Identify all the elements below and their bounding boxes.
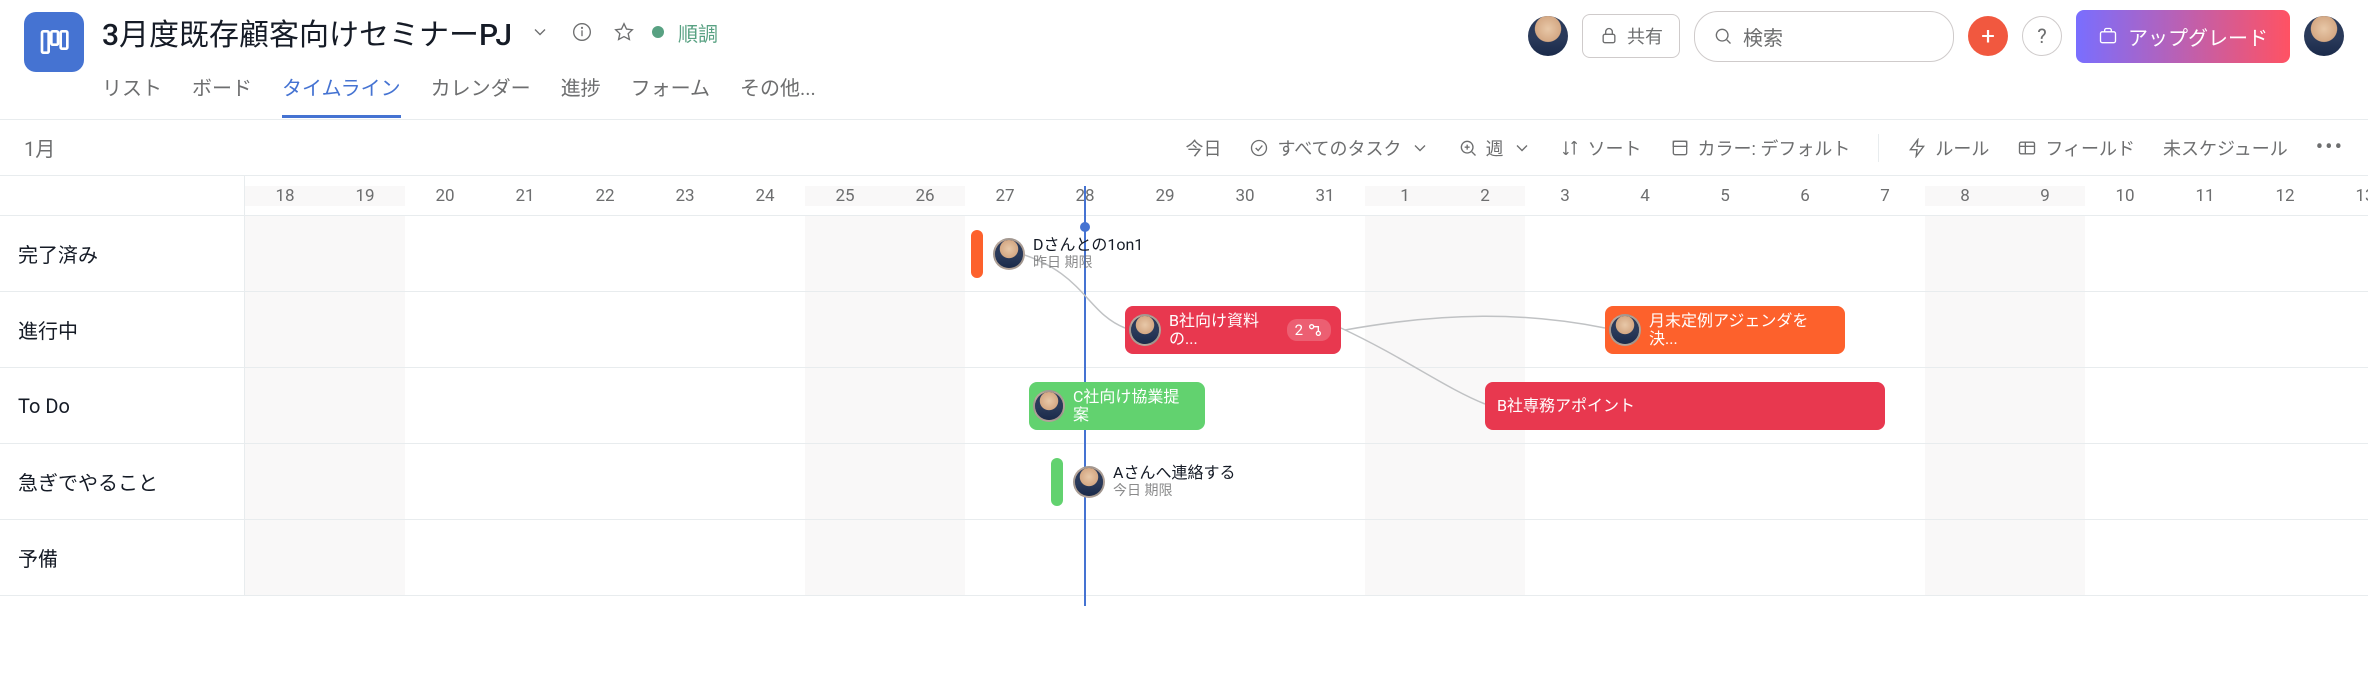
- tab-3[interactable]: カレンダー: [431, 64, 531, 118]
- tab-5[interactable]: フォーム: [631, 64, 710, 118]
- info-icon[interactable]: [568, 18, 596, 46]
- search-placeholder: 検索: [1743, 22, 1783, 51]
- date-cell: 11: [2165, 186, 2245, 206]
- date-cell: 29: [1125, 186, 1205, 206]
- check-circle-icon: [1249, 138, 1269, 158]
- task-a-contact[interactable]: Aさんへ連絡する今日 期限: [1069, 458, 1329, 506]
- divider: [1878, 134, 1879, 162]
- tab-2[interactable]: タイムライン: [282, 64, 401, 118]
- status-label[interactable]: 順調: [678, 18, 718, 47]
- section-label[interactable]: To Do: [0, 368, 245, 443]
- date-cell: 23: [645, 186, 725, 206]
- date-cell: 9: [2005, 186, 2085, 206]
- date-cell: 6: [1765, 186, 1845, 206]
- member-avatar[interactable]: [1528, 16, 1568, 56]
- section-label[interactable]: 進行中: [0, 292, 245, 367]
- date-cell: 20: [405, 186, 485, 206]
- task-d-1on1[interactable]: Dさんとの1on1昨日 期限: [989, 230, 1249, 278]
- tab-6[interactable]: その他...: [740, 64, 816, 118]
- date-cell: 13: [2325, 186, 2368, 206]
- tabs: リストボードタイムラインカレンダー進捗フォームその他...: [102, 64, 1528, 118]
- date-cell: 8: [1925, 186, 2005, 206]
- search-icon: [1713, 26, 1733, 46]
- search-input[interactable]: 検索: [1694, 11, 1954, 62]
- project-title: 3月度既存顧客向けセミナーPJ: [102, 10, 512, 54]
- assignee-avatar: [1129, 314, 1161, 346]
- zoom-icon: [1458, 138, 1478, 158]
- task-monthly-agenda[interactable]: 月末定例アジェンダを決...: [1605, 306, 1845, 354]
- date-cell: 19: [325, 186, 405, 206]
- subtask-count: 2: [1287, 319, 1331, 341]
- share-label: 共有: [1627, 23, 1663, 49]
- color-icon: [1670, 138, 1690, 158]
- lane-canvas[interactable]: Aさんへ連絡する今日 期限: [245, 444, 2368, 519]
- date-cell: 31: [1285, 186, 1365, 206]
- date-cell: 22: [565, 186, 645, 206]
- filter-button[interactable]: すべてのタスク: [1249, 135, 1429, 161]
- status-dot-icon: [652, 26, 664, 38]
- date-cell: 27: [965, 186, 1045, 206]
- date-cell: 5: [1685, 186, 1765, 206]
- unscheduled-button[interactable]: 未スケジュール: [2163, 135, 2288, 161]
- upgrade-label: アップグレード: [2128, 22, 2268, 51]
- star-icon[interactable]: [610, 18, 638, 46]
- assignee-avatar: [1609, 314, 1641, 346]
- date-cell: 3: [1525, 186, 1605, 206]
- month-label: 1月: [24, 133, 55, 162]
- chevron-down-icon: [1512, 138, 1532, 158]
- user-avatar[interactable]: [2304, 16, 2344, 56]
- date-cell: 4: [1605, 186, 1685, 206]
- chevron-down-icon: [1410, 138, 1430, 158]
- zoom-button[interactable]: 週: [1458, 135, 1532, 161]
- lane-canvas[interactable]: B社向け資料の...2 月末定例アジェンダを決...: [245, 292, 2368, 367]
- section-label[interactable]: 急ぎでやること: [0, 444, 245, 519]
- date-cell: 28: [1045, 186, 1125, 206]
- fields-icon: [2017, 138, 2037, 158]
- date-cell: 2: [1445, 186, 1525, 206]
- fields-button[interactable]: フィールド: [2017, 135, 2135, 161]
- task-milestone[interactable]: [971, 230, 983, 278]
- tab-1[interactable]: ボード: [192, 64, 252, 118]
- tab-4[interactable]: 進捗: [561, 64, 601, 118]
- date-cell: 30: [1205, 186, 1285, 206]
- assignee-avatar: [993, 238, 1025, 270]
- date-cell: 18: [245, 186, 325, 206]
- help-button[interactable]: ?: [2022, 16, 2062, 56]
- upgrade-button[interactable]: アップグレード: [2076, 10, 2290, 63]
- today-button[interactable]: 今日: [1185, 135, 1221, 161]
- project-dropdown-icon[interactable]: [526, 18, 554, 46]
- date-cell: 1: [1365, 186, 1445, 206]
- bolt-icon: [1907, 138, 1927, 158]
- date-cell: 21: [485, 186, 565, 206]
- briefcase-icon: [2098, 26, 2118, 46]
- section-label[interactable]: 予備: [0, 520, 245, 595]
- date-cell: 25: [805, 186, 885, 206]
- lane-canvas[interactable]: Dさんとの1on1昨日 期限: [245, 216, 2368, 291]
- task-milestone[interactable]: [1051, 458, 1063, 506]
- assignee-avatar: [1073, 466, 1105, 498]
- tab-0[interactable]: リスト: [102, 64, 162, 118]
- task-c-proposal[interactable]: C社向け協業提案: [1029, 382, 1205, 430]
- section-label[interactable]: 完了済み: [0, 216, 245, 291]
- assignee-avatar: [1033, 390, 1065, 422]
- date-cell: 26: [885, 186, 965, 206]
- date-cell: 12: [2245, 186, 2325, 206]
- task-b-material[interactable]: B社向け資料の...2: [1125, 306, 1341, 354]
- lane-canvas[interactable]: [245, 520, 2368, 595]
- date-cell: 10: [2085, 186, 2165, 206]
- date-cell: 24: [725, 186, 805, 206]
- lane-canvas[interactable]: C社向け協業提案 B社専務アポイント: [245, 368, 2368, 443]
- sort-button[interactable]: ソート: [1560, 135, 1642, 161]
- more-icon[interactable]: •••: [2316, 135, 2344, 160]
- task-b-appointment[interactable]: B社専務アポイント: [1485, 382, 1885, 430]
- date-cell: 7: [1845, 186, 1925, 206]
- project-icon[interactable]: [24, 12, 84, 72]
- color-button[interactable]: カラー: デフォルト: [1670, 135, 1851, 161]
- add-button[interactable]: +: [1968, 16, 2008, 56]
- share-button[interactable]: 共有: [1582, 14, 1680, 58]
- rules-button[interactable]: ルール: [1907, 135, 1989, 161]
- sort-icon: [1560, 138, 1580, 158]
